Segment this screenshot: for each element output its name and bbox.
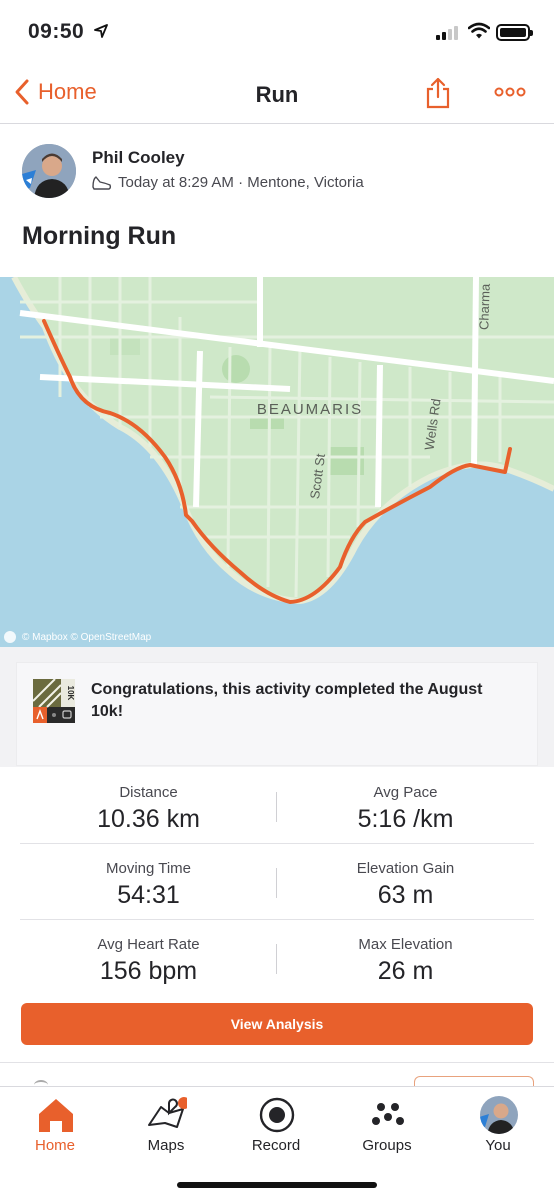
stats-row: Avg Heart Rate 156 bpm Max Elevation 26 …: [20, 920, 534, 996]
map-attribution-text: © Mapbox © OpenStreetMap: [22, 631, 152, 643]
wifi-icon: [468, 22, 490, 39]
location-arrow-icon: [94, 24, 108, 38]
stat-moving-time: Moving Time 54:31: [20, 844, 277, 920]
tab-record[interactable]: Record: [221, 1087, 331, 1167]
stat-value: 26 m: [377, 957, 434, 985]
stat-label: Distance: [119, 784, 178, 801]
stat-elevation-gain: Elevation Gain 63 m: [277, 844, 534, 920]
divider: [0, 1062, 554, 1063]
stats-row: Distance 10.36 km Avg Pace 5:16 /km: [20, 768, 534, 844]
stat-value: 10.36 km: [97, 805, 200, 833]
nav-bar: Home Run: [0, 66, 554, 124]
challenge-message: Congratulations, this activity completed…: [91, 681, 483, 720]
home-icon: [39, 1099, 73, 1132]
groups-icon: [372, 1103, 404, 1125]
view-analysis-button[interactable]: View Analysis: [21, 1003, 533, 1045]
tab-maps[interactable]: Maps: [111, 1087, 221, 1167]
avatar: [480, 1096, 518, 1134]
route-map[interactable]: BEAUMARIS Scott St Wells Rd Charma © Map…: [0, 277, 554, 647]
status-bar: 09:50: [0, 0, 554, 66]
stat-avg-heart-rate: Avg Heart Rate 156 bpm: [20, 920, 277, 996]
stats-row: Moving Time 54:31 Elevation Gain 63 m: [20, 844, 534, 920]
stat-value: 54:31: [117, 881, 180, 909]
map-street-charma: Charma: [476, 283, 493, 331]
activity-meta-text: Today at 8:29 AM · Mentone, Victoria: [118, 174, 364, 191]
share-icon[interactable]: [424, 76, 452, 110]
map-attribution: © Mapbox © OpenStreetMap: [4, 631, 151, 643]
tab-label: Maps: [147, 1137, 185, 1154]
stat-label: Max Elevation: [358, 936, 453, 953]
stat-distance: Distance 10.36 km: [20, 768, 277, 844]
more-options-icon[interactable]: [494, 86, 526, 98]
run-shoe-icon: [92, 175, 112, 190]
tab-you[interactable]: You: [443, 1087, 553, 1167]
stat-label: Avg Heart Rate: [97, 936, 200, 953]
avatar[interactable]: [22, 144, 76, 198]
page-title: Run: [255, 82, 299, 107]
cellular-signal-icon: [436, 26, 458, 40]
challenge-banner[interactable]: 10K Congratulations, this activity compl…: [16, 662, 538, 766]
stats-grid: Distance 10.36 km Avg Pace 5:16 /km Movi…: [20, 768, 534, 996]
activity-meta: Today at 8:29 AM · Mentone, Victoria: [92, 174, 364, 191]
stat-value: 63 m: [377, 881, 434, 909]
athlete-header[interactable]: Phil Cooley Today at 8:29 AM · Mentone, …: [22, 144, 542, 200]
stat-avg-pace: Avg Pace 5:16 /km: [277, 768, 534, 844]
badge-text: 10K: [66, 686, 75, 701]
home-indicator: [177, 1182, 377, 1188]
stat-value: 156 bpm: [99, 957, 198, 985]
tab-groups[interactable]: Groups: [332, 1087, 442, 1167]
notification-dot: [178, 1097, 187, 1109]
tab-home[interactable]: Home: [0, 1087, 110, 1167]
tab-label: Home: [34, 1137, 75, 1154]
stat-value: 5:16 /km: [357, 805, 454, 833]
tab-label: Groups: [362, 1137, 412, 1154]
record-icon: [259, 1097, 295, 1133]
activity-title: Morning Run: [22, 222, 177, 250]
stat-max-elevation: Max Elevation 26 m: [277, 920, 534, 996]
maps-icon: [148, 1097, 187, 1128]
athlete-name[interactable]: Phil Cooley: [92, 148, 185, 168]
mapbox-logo-icon: [4, 631, 16, 643]
stat-label: Avg Pace: [373, 784, 438, 801]
stat-label: Moving Time: [105, 860, 192, 877]
status-time: 09:50: [28, 20, 85, 43]
stat-label: Elevation Gain: [356, 860, 455, 877]
tab-label: Record: [251, 1137, 301, 1154]
battery-icon: [496, 24, 533, 41]
challenge-badge-icon: 10K: [33, 679, 75, 723]
map-suburb-label: BEAUMARIS: [257, 401, 363, 418]
tab-label: You: [485, 1137, 511, 1154]
